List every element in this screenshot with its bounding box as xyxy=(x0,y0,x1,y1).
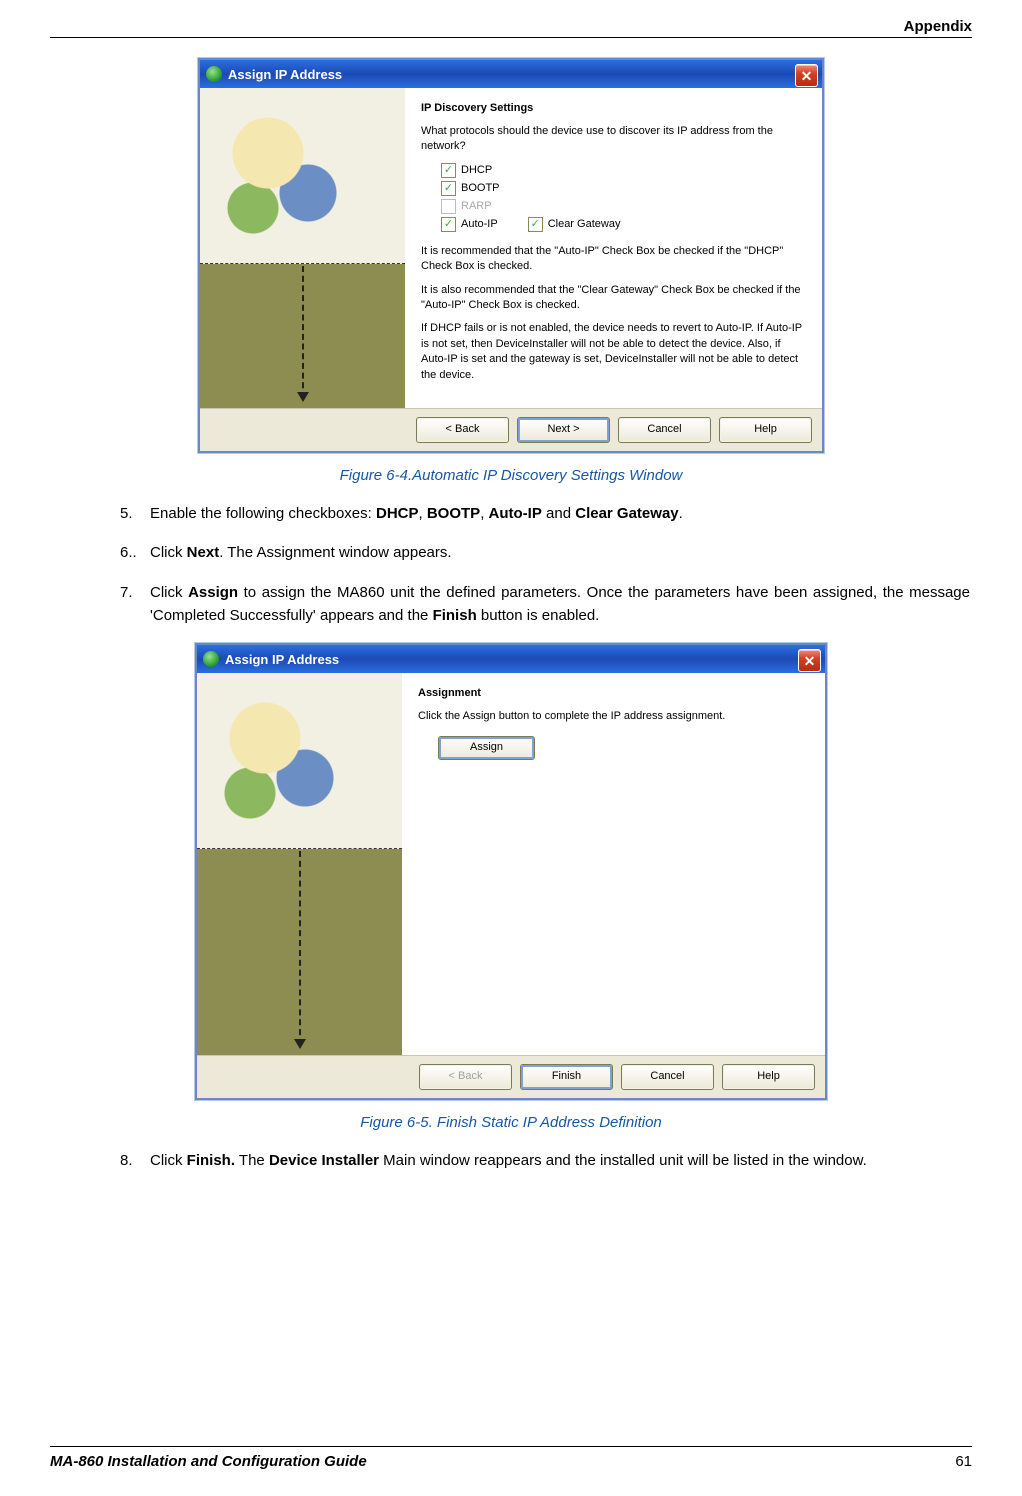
cancel-button[interactable]: Cancel xyxy=(621,1064,714,1090)
header-rule xyxy=(50,37,972,38)
close-icon[interactable]: ✕ xyxy=(795,64,818,87)
panel-question: What protocols should the device use to … xyxy=(421,124,806,155)
step-number: 7. xyxy=(120,581,150,628)
figure-caption-2: Figure 6-5. Finish Static IP Address Def… xyxy=(50,1114,972,1131)
help-button[interactable]: Help xyxy=(719,417,812,443)
recommendation-text-3: If DHCP fails or is not enabled, the dev… xyxy=(421,321,806,383)
checkbox-label: DHCP xyxy=(461,164,492,176)
footer-page-number: 61 xyxy=(955,1453,972,1470)
back-button[interactable]: < Back xyxy=(416,417,509,443)
figure-caption-1: Figure 6-4.Automatic IP Discovery Settin… xyxy=(50,467,972,484)
step-8: 8. Click Finish. The Device Installer Ma… xyxy=(120,1149,970,1172)
checkbox-rarp: ✓ RARP xyxy=(441,199,492,214)
checkbox-label: Clear Gateway xyxy=(548,218,621,230)
wizard-sidebar-image xyxy=(197,673,402,1055)
check-icon: ✓ xyxy=(441,163,456,178)
titlebar: Assign IP Address ✕ xyxy=(200,60,822,88)
wizard-button-row: < Back Finish Cancel Help xyxy=(197,1055,825,1098)
next-button[interactable]: Next > xyxy=(517,417,610,443)
header-section: Appendix xyxy=(50,18,972,37)
dialog-ip-discovery: Assign IP Address ✕ IP Discovery Setting… xyxy=(198,58,824,453)
wizard-sidebar-image xyxy=(200,88,405,408)
wizard-button-row: < Back Next > Cancel Help xyxy=(200,408,822,451)
step-number: 5. xyxy=(120,502,150,525)
checkbox-label: BOOTP xyxy=(461,182,500,194)
step-5: 5. Enable the following checkboxes: DHCP… xyxy=(120,502,970,525)
dialog-assignment: Assign IP Address ✕ Assignment Click the… xyxy=(195,643,827,1100)
step-7: 7. Click Assign to assign the MA860 unit… xyxy=(120,581,970,628)
page-footer: MA-860 Installation and Configuration Gu… xyxy=(50,1446,972,1470)
check-icon: ✓ xyxy=(441,181,456,196)
check-icon: ✓ xyxy=(441,199,456,214)
back-button: < Back xyxy=(419,1064,512,1090)
cancel-button[interactable]: Cancel xyxy=(618,417,711,443)
step-number: 8. xyxy=(120,1149,150,1172)
app-icon xyxy=(203,651,219,667)
step-6: 6.. Click Next. The Assignment window ap… xyxy=(120,541,970,564)
footer-guide-title: MA-860 Installation and Configuration Gu… xyxy=(50,1453,367,1470)
step-text: Click Next. The Assignment window appear… xyxy=(150,541,452,564)
panel-heading: Assignment xyxy=(418,687,809,699)
checkbox-dhcp[interactable]: ✓ DHCP xyxy=(441,163,492,178)
step-number: 6.. xyxy=(120,541,150,564)
step-text: Click Assign to assign the MA860 unit th… xyxy=(150,581,970,628)
titlebar: Assign IP Address ✕ xyxy=(197,645,825,673)
recommendation-text-2: It is also recommended that the "Clear G… xyxy=(421,283,806,314)
check-icon: ✓ xyxy=(528,217,543,232)
app-icon xyxy=(206,66,222,82)
help-button[interactable]: Help xyxy=(722,1064,815,1090)
panel-text: Click the Assign button to complete the … xyxy=(418,709,809,724)
checkbox-label: RARP xyxy=(461,200,492,212)
close-icon[interactable]: ✕ xyxy=(798,649,821,672)
checkbox-auto-ip[interactable]: ✓ Auto-IP xyxy=(441,217,498,232)
checkbox-clear-gateway[interactable]: ✓ Clear Gateway xyxy=(528,217,621,232)
recommendation-text-1: It is recommended that the "Auto-IP" Che… xyxy=(421,244,806,275)
step-text: Click Finish. The Device Installer Main … xyxy=(150,1149,867,1172)
assign-button[interactable]: Assign xyxy=(438,736,535,760)
finish-button[interactable]: Finish xyxy=(520,1064,613,1090)
checkbox-label: Auto-IP xyxy=(461,218,498,230)
window-title: Assign IP Address xyxy=(228,67,342,82)
check-icon: ✓ xyxy=(441,217,456,232)
window-title: Assign IP Address xyxy=(225,652,339,667)
panel-heading: IP Discovery Settings xyxy=(421,102,806,114)
step-text: Enable the following checkboxes: DHCP, B… xyxy=(150,502,683,525)
checkbox-bootp[interactable]: ✓ BOOTP xyxy=(441,181,500,196)
